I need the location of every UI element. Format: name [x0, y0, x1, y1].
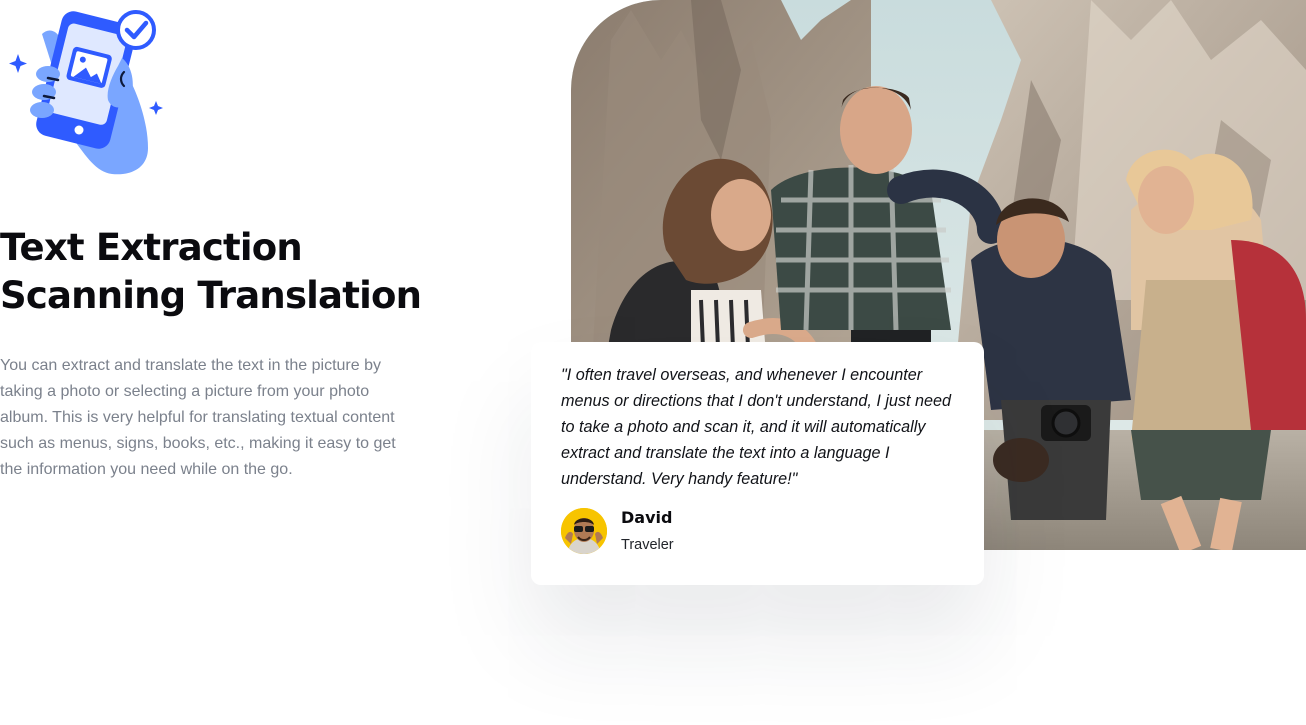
feature-title: Text Extraction Scanning Translation	[0, 224, 470, 320]
phone-scan-check-icon	[8, 6, 168, 178]
feature-title-line-1: Text Extraction	[0, 226, 303, 269]
testimonial-quote: "I often travel overseas, and whenever I…	[561, 366, 952, 488]
feature-description: You can extract and translate the text i…	[0, 357, 396, 478]
testimonial-card: "I often travel overseas, and whenever I…	[531, 342, 984, 585]
feature-title-line-2: Scanning Translation	[0, 274, 422, 317]
avatar	[561, 508, 607, 554]
author-name: David	[621, 508, 673, 527]
author-role: Traveler	[621, 537, 674, 553]
